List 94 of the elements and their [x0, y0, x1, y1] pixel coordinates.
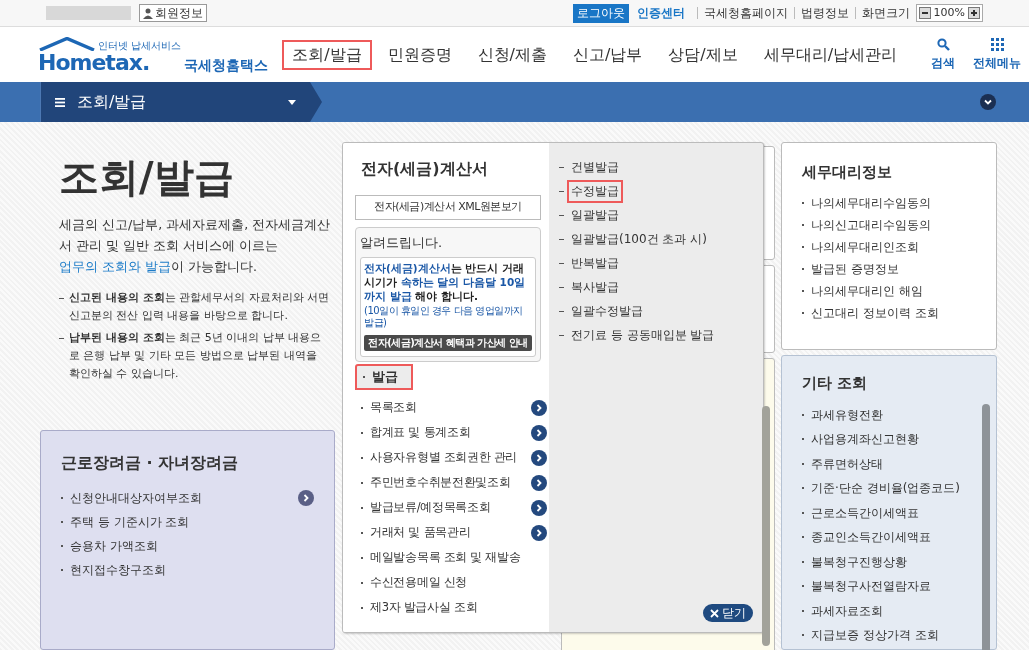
card-link[interactable]: 불복청구진행상황	[811, 552, 907, 571]
card-link[interactable]: 나의신고대리수임동의	[811, 215, 931, 234]
submenu-item[interactable]: 일괄발급	[567, 203, 623, 227]
menu-item[interactable]: 수신전용메일 신청	[370, 574, 467, 592]
submenu-item[interactable]: 일괄수정발급	[567, 299, 647, 323]
close-icon	[710, 608, 719, 618]
nav-tab[interactable]: 민원증명	[377, 39, 462, 70]
nav-tab[interactable]: 신청/제출	[467, 39, 557, 70]
zoom-label: 화면크기	[854, 7, 910, 19]
intro-description: 세금의 신고/납부, 과세자료제출, 전자세금계산서 관리 및 일반 조회 서비스에 이르는 업무의 조회와 발급이 가능합니다.	[59, 216, 332, 276]
card-link[interactable]: 기준·단순 경비율(업종코드)	[811, 479, 960, 497]
close-button[interactable]: 닫기	[703, 604, 753, 622]
submenu-item[interactable]: 수정발급	[567, 179, 623, 203]
page-title: 조회/발급	[59, 153, 235, 202]
menu-item[interactable]: 제3자 발급사실 조회	[370, 599, 478, 617]
menu-item[interactable]: 합계표 및 통계조회	[370, 424, 471, 442]
zoom-value: 100%	[933, 4, 965, 21]
card-link[interactable]: 사업용계좌신고현황	[811, 430, 919, 448]
card-link[interactable]: 승용차 가액조회	[70, 536, 158, 555]
dash-icon	[559, 310, 564, 312]
nav-tab[interactable]: 세무대리/납세관리	[753, 39, 908, 70]
scrollbar[interactable]	[982, 403, 990, 650]
submenu-item[interactable]: 전기료 등 공동매입분 발급	[567, 323, 719, 347]
benefit-guide-button[interactable]: 전자(세금)계산서 혜택과 가산세 안내	[364, 334, 532, 351]
expand-icon[interactable]	[980, 94, 996, 110]
menu-item[interactable]: 발급보류/예정목록조회	[370, 499, 491, 517]
card-link[interactable]: 발급된 증명정보	[811, 259, 899, 278]
card-link[interactable]: 나의세무대리수임동의	[811, 193, 931, 212]
submenu-item[interactable]: 건별발급	[567, 155, 623, 179]
card-link[interactable]: 나의세무대리인조회	[811, 237, 919, 256]
nav-tab[interactable]: 상담/제보	[658, 39, 748, 70]
member-info-button[interactable]: 회원정보	[139, 4, 207, 22]
card-link[interactable]: 근로소득간이세액표	[811, 503, 919, 522]
top-link[interactable]: 국세청홈페이지	[696, 7, 788, 19]
category-tab[interactable]: 발급	[355, 363, 413, 390]
dash-icon	[559, 262, 564, 264]
menu-item[interactable]: 메일발송목록 조회 및 재발송	[370, 549, 521, 567]
card-link[interactable]: 과세자료조회	[811, 601, 883, 620]
nav-tab[interactable]: 조회/발급	[282, 39, 372, 70]
logo-name: 국세청홈택스	[184, 56, 269, 73]
menu-item[interactable]: 목록조회	[370, 399, 417, 417]
cert-center-link[interactable]: 인증센터	[636, 4, 685, 22]
house-roof-icon	[38, 36, 96, 51]
notice-note: (10일이 휴일인 경우 다음 영업일까지 발급)	[364, 304, 524, 329]
top-link[interactable]: 법령정보	[793, 7, 849, 19]
dash-icon	[559, 238, 564, 240]
caret-icon	[288, 99, 296, 105]
notice-title: 알려드립니다.	[360, 234, 444, 252]
card-title: 근로장려금 · 자녀장려금	[61, 451, 240, 474]
person-icon	[143, 7, 153, 19]
logo-tagline: 인터넷 납세서비스	[98, 39, 182, 51]
dash-icon	[559, 286, 564, 288]
card-title: 세무대리정보	[802, 162, 893, 183]
nav-tab[interactable]: 신고/납부	[562, 39, 653, 70]
logout-button[interactable]: 로그아웃	[572, 3, 629, 23]
info-note: 신고된 내용의 조회는 관할세무서의 자료처리와 서면신고분의 전산 입력 내용을 바탕으로 합니다.	[69, 290, 331, 324]
dash-icon	[59, 298, 64, 299]
card-link[interactable]: 종교인소득간이세액표	[811, 528, 931, 546]
card-link[interactable]: 주류면허상태	[811, 454, 883, 473]
all-menu-button[interactable]: 전체메뉴	[973, 37, 1022, 72]
dash-icon	[59, 338, 64, 339]
grid-icon	[990, 37, 1004, 51]
popup-title: 전자(세금)계산서	[360, 158, 489, 180]
dash-icon	[559, 214, 564, 216]
submenu-item[interactable]: 반복발급	[567, 251, 623, 275]
info-note: 납부된 내용의 조회는 최근 5년 이내의 납부 내용으로 은행 납부 및 기타 모든 방법으로 납부된 내역을 확인하실 수 있습니다.	[69, 330, 323, 382]
card-link[interactable]: 지급보증 정상가격 조회	[811, 626, 939, 644]
dash-icon	[559, 190, 564, 192]
menu-item[interactable]: 주민번호수취분전환및조회	[370, 474, 511, 492]
card-link[interactable]: 나의세무대리인 해임	[811, 281, 923, 300]
card-title: 기타 조회	[802, 372, 869, 394]
breadcrumb-arrow-icon	[310, 82, 322, 122]
card-link[interactable]: 주택 등 기준시가 조회	[70, 512, 190, 531]
card-link[interactable]: 신고대리 정보이력 조회	[811, 303, 939, 322]
dash-icon	[559, 166, 564, 168]
search-button[interactable]: 검색	[931, 37, 956, 72]
menu-item[interactable]: 거래처 및 품목관리	[370, 524, 471, 542]
card-link[interactable]: 불복청구사전열람자료	[811, 577, 931, 595]
menu-item[interactable]: 사용자유형별 조회권한 관리	[370, 449, 518, 467]
notice-text: 전자(세금)계산서는 반드시 거래시기가 속하는 달의 다음달 10일까지 발급 해야 합니다.	[364, 260, 527, 303]
logo-wordmark: Hometax.	[38, 50, 150, 75]
scrollbar[interactable]	[762, 406, 770, 646]
search-icon	[936, 37, 950, 51]
zoom-in-icon[interactable]	[968, 7, 980, 19]
xml-view-button[interactable]: 전자(세금)계산서 XML원본보기	[355, 195, 541, 220]
submenu-item[interactable]: 일괄발급(100건 초과 시)	[567, 227, 711, 251]
card-link[interactable]: 신청안내대상자여부조회	[70, 488, 202, 507]
dash-icon	[559, 334, 564, 336]
menu-icon	[55, 97, 65, 107]
card-link[interactable]: 현지접수창구조회	[70, 560, 166, 579]
zoom-out-icon[interactable]	[918, 7, 931, 19]
breadcrumb-label: 조회/발급	[77, 91, 147, 113]
card-link[interactable]: 과세유형전환	[811, 405, 883, 424]
submenu-item[interactable]: 복사발급	[567, 275, 623, 299]
